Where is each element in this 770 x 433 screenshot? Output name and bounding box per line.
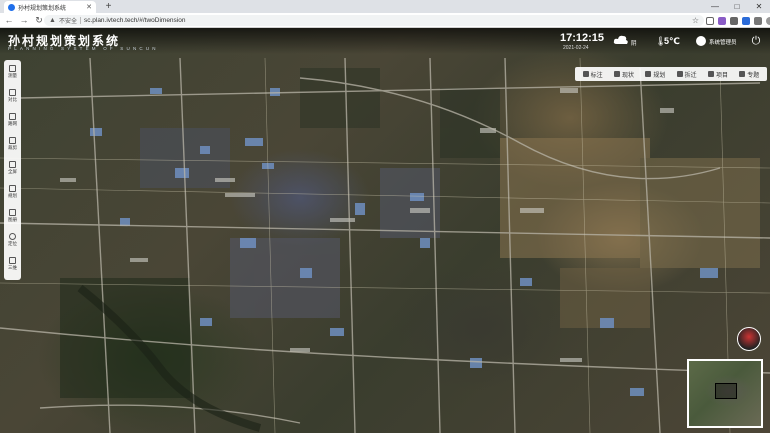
demolish-icon xyxy=(676,71,683,77)
satellite-map xyxy=(0,57,770,433)
left-toolbar: 测量 对比 路网 裁剪 全屏 规划 图册 定位 三维 xyxy=(4,60,21,280)
close-tab-icon[interactable]: ✕ xyxy=(86,3,92,11)
close-window-button[interactable]: ✕ xyxy=(748,0,770,13)
url-bar[interactable]: ▲ 不安全 sc.plan.ivtech.tech/#/twoDimension… xyxy=(44,15,704,26)
folder-icon xyxy=(707,71,714,77)
browser-tab[interactable]: 孙村规划策划系统 ✕ xyxy=(4,1,96,13)
back-button[interactable]: ← xyxy=(4,15,14,26)
tool-topic[interactable]: 专题 xyxy=(739,70,759,79)
tool-label: 项目 xyxy=(715,72,728,79)
extension-icon[interactable] xyxy=(742,17,750,25)
pin-icon xyxy=(582,71,589,77)
location-icon xyxy=(9,233,16,240)
forward-button[interactable]: → xyxy=(19,15,29,26)
tool-project[interactable]: 项目 xyxy=(707,70,728,79)
tool-measure[interactable]: 测量 xyxy=(4,63,21,87)
tool-label: 专题 xyxy=(747,72,760,79)
window-controls: — □ ✕ xyxy=(704,0,770,13)
fullscreen-icon xyxy=(9,161,16,168)
tool-compare[interactable]: 对比 xyxy=(4,87,21,111)
tool-locate[interactable]: 定位 xyxy=(4,231,21,255)
tool-crop[interactable]: 裁剪 xyxy=(4,135,21,159)
extension-icon[interactable] xyxy=(718,17,726,25)
tool-label: 定位 xyxy=(8,241,17,246)
tool-fullscreen[interactable]: 全屏 xyxy=(4,159,21,183)
compare-icon xyxy=(9,89,16,96)
bookmark-star-icon[interactable]: ☆ xyxy=(692,16,699,25)
layer-toolbar: 标注 现状 规划 拆迁 项目 专题 xyxy=(575,67,767,81)
url-text[interactable]: sc.plan.ivtech.tech/#/twoDimension xyxy=(84,17,689,24)
tool-album[interactable]: 图册 xyxy=(4,207,21,231)
minimize-button[interactable]: — xyxy=(704,0,726,13)
extension-icon[interactable] xyxy=(706,17,714,25)
map-viewport[interactable]: 孙村规划策划系统 PLANNING SYSTEM OF SUNCUN 17:12… xyxy=(0,28,770,433)
maximize-button[interactable]: □ xyxy=(726,0,748,13)
weather-text: 阴 xyxy=(631,41,637,47)
tool-label: 路网 xyxy=(8,121,17,126)
tool-label: 规划 xyxy=(8,193,17,198)
tool-label: 现状 xyxy=(621,72,634,79)
tool-label: 拆迁 xyxy=(684,72,697,79)
cloud-icon xyxy=(613,35,628,44)
tool-current[interactable]: 现状 xyxy=(613,70,634,79)
album-icon xyxy=(9,209,16,216)
overview-map[interactable] xyxy=(687,359,763,428)
tool-label: 裁剪 xyxy=(8,145,17,150)
profile-avatar[interactable] xyxy=(766,17,770,25)
tab-title: 孙村规划策划系统 xyxy=(18,5,67,12)
warning-icon: ▲ xyxy=(49,17,56,24)
tool-roads[interactable]: 路网 xyxy=(4,111,21,135)
app-subtitle: PLANNING SYSTEM OF SUNCUN xyxy=(8,46,159,51)
tool-label: 标注 xyxy=(590,72,603,79)
assistant-avatar[interactable] xyxy=(737,327,761,351)
tool-label: 全屏 xyxy=(8,169,17,174)
tool-plan[interactable]: 规划 xyxy=(645,70,665,79)
cube-icon xyxy=(9,257,16,264)
reload-button[interactable]: ↻ xyxy=(34,15,44,26)
user-avatar[interactable] xyxy=(696,36,706,46)
extension-icon[interactable] xyxy=(754,17,762,25)
divider xyxy=(79,17,81,24)
grid-icon xyxy=(9,113,16,120)
book-icon xyxy=(739,71,746,77)
security-label[interactable]: 不安全 xyxy=(59,16,77,25)
address-bar-row: ← → ↻ ▲ 不安全 sc.plan.ivtech.tech/#/twoDim… xyxy=(0,13,770,28)
temperature: 5℃ xyxy=(664,36,680,46)
tool-demolish[interactable]: 拆迁 xyxy=(676,70,697,79)
tool-label: 图册 xyxy=(8,217,17,222)
user-name[interactable]: 系统管理员 xyxy=(709,38,737,46)
nav-buttons: ← → ↻ xyxy=(4,15,44,26)
date: 2021-02-24 xyxy=(563,45,589,51)
browser-tab-bar: 孙村规划策划系统 ✕ + — □ ✕ xyxy=(0,0,770,13)
tool-label: 规划 xyxy=(653,72,666,79)
tool-label: 测量 xyxy=(8,73,17,78)
clock: 17:12:15 xyxy=(560,32,605,44)
crop-icon xyxy=(9,137,16,144)
plan-icon xyxy=(9,185,16,192)
power-icon[interactable]: ⏻ xyxy=(750,35,762,47)
tool-planning[interactable]: 规划 xyxy=(4,183,21,207)
overview-frame[interactable] xyxy=(715,383,737,399)
tool-mark[interactable]: 标注 xyxy=(582,70,603,79)
extensions xyxy=(706,15,770,25)
layers-icon xyxy=(613,71,620,77)
tool-label: 对比 xyxy=(8,97,17,102)
favicon-icon xyxy=(8,3,15,11)
tool-3d[interactable]: 三维 xyxy=(4,255,21,279)
ruler-icon xyxy=(9,65,16,72)
new-tab-button[interactable]: + xyxy=(103,1,114,12)
puzzle-icon[interactable] xyxy=(730,17,738,25)
tool-label: 三维 xyxy=(8,265,17,270)
building-icon xyxy=(645,71,652,77)
